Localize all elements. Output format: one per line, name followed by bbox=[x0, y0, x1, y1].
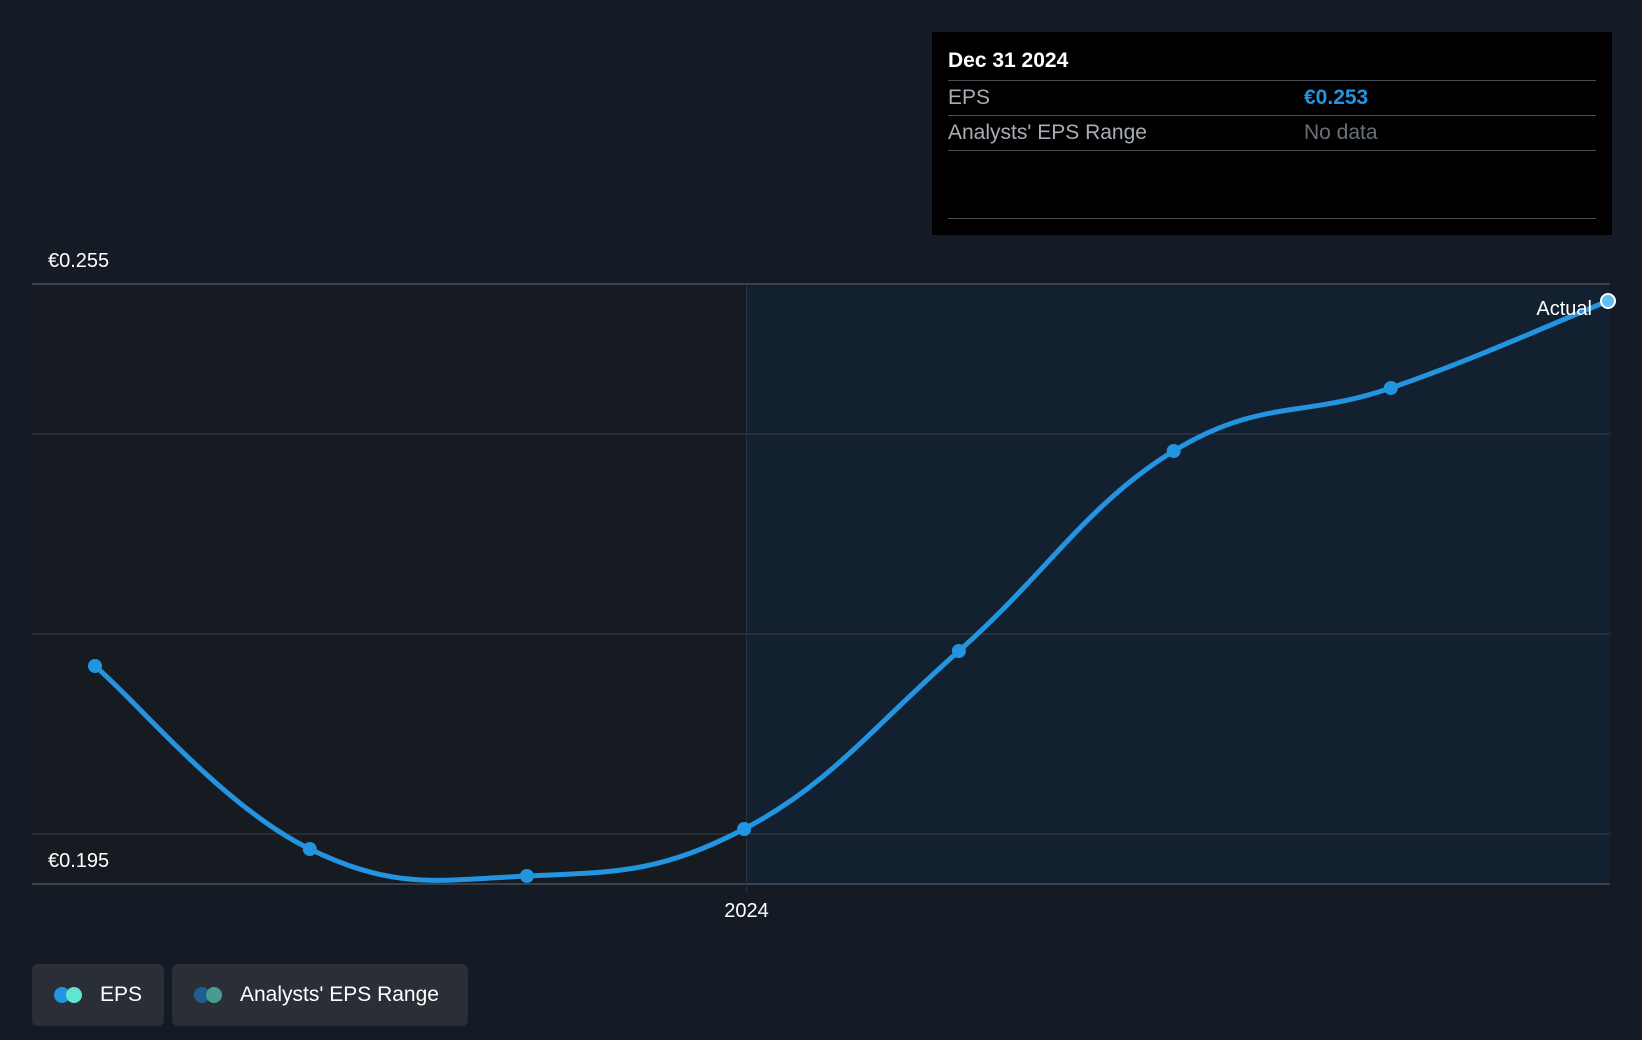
x-tick-label-2024: 2024 bbox=[724, 900, 769, 922]
forecast-region bbox=[746, 284, 1610, 884]
legend-eps-label: EPS bbox=[99, 983, 142, 1006]
y-tick-label-top: €0.255 bbox=[48, 250, 109, 272]
tooltip-eps-label: EPS bbox=[948, 86, 991, 109]
tooltip-range-label: Analysts' EPS Range bbox=[948, 121, 1147, 144]
eps-data-point[interactable] bbox=[1600, 293, 1616, 309]
tooltip-row-range: Analysts' EPS Range No data bbox=[948, 116, 1596, 151]
eps-data-point[interactable] bbox=[302, 842, 317, 856]
eps-legend-dot-b bbox=[66, 987, 82, 1003]
eps-data-point[interactable] bbox=[1383, 381, 1398, 395]
eps-legend-icon bbox=[54, 987, 84, 1003]
range-legend-icon bbox=[194, 987, 224, 1003]
eps-data-point[interactable] bbox=[1166, 444, 1181, 458]
actual-annotation: Actual bbox=[1536, 298, 1592, 320]
legend-range-label: Analysts' EPS Range bbox=[240, 983, 439, 1006]
tooltip-range-value: No data bbox=[1304, 121, 1378, 144]
legend-range-button[interactable]: Analysts' EPS Range bbox=[172, 964, 468, 1026]
past-region bbox=[32, 284, 747, 884]
y-tick-label-bottom: €0.195 bbox=[48, 850, 109, 872]
tooltip-date: Dec 31 2024 bbox=[948, 46, 1596, 81]
eps-data-point[interactable] bbox=[737, 822, 752, 836]
tooltip-row-eps: EPS €0.253 bbox=[948, 81, 1596, 116]
eps-data-point[interactable] bbox=[88, 659, 102, 673]
tooltip-eps-value: €0.253 bbox=[1304, 86, 1369, 109]
chart-root: €0.255 €0.195 2024 Actual Dec 31 2024 EP… bbox=[0, 0, 1642, 1040]
legend-eps-button[interactable]: EPS bbox=[32, 964, 164, 1026]
tooltip-divider bbox=[948, 218, 1596, 219]
tooltip: Dec 31 2024 EPS €0.253 Analysts' EPS Ran… bbox=[932, 32, 1612, 235]
eps-data-point[interactable] bbox=[519, 869, 534, 883]
eps-data-point[interactable] bbox=[951, 644, 966, 658]
range-legend-dot-b bbox=[206, 987, 222, 1003]
